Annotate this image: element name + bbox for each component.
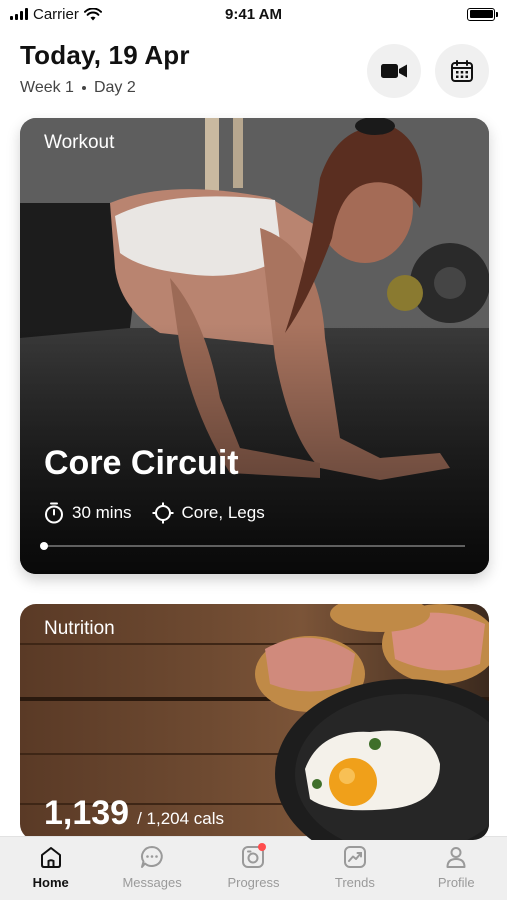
- messages-icon: [138, 843, 166, 871]
- header-actions: [367, 44, 489, 98]
- calendar-icon: [451, 60, 473, 82]
- video-button[interactable]: [367, 44, 421, 98]
- target-icon: [152, 502, 174, 524]
- tab-trends[interactable]: Trends: [310, 843, 400, 890]
- tab-profile[interactable]: Profile: [411, 843, 501, 890]
- calories-consumed: 1,139: [44, 794, 130, 832]
- nutrition-card[interactable]: Nutrition 1,139 / 1,204 cals: [20, 604, 489, 840]
- tab-label: Messages: [122, 875, 182, 890]
- duration-item: 30 mins: [44, 502, 132, 524]
- home-icon: [37, 843, 65, 871]
- trends-icon: [341, 843, 369, 871]
- tab-label: Profile: [437, 875, 475, 890]
- tab-label: Home: [32, 875, 69, 890]
- tab-progress[interactable]: Progress: [208, 843, 298, 890]
- carrier-label: Carrier: [33, 5, 79, 23]
- header: Today, 19 Apr Week 1 Day 2: [20, 40, 489, 104]
- video-icon: [381, 64, 407, 78]
- battery-icon: [467, 7, 498, 21]
- signal-icon: [10, 8, 28, 20]
- separator-dot: [81, 86, 86, 90]
- status-bar: Carrier 9:41 AM: [0, 0, 507, 28]
- tab-home[interactable]: Home: [6, 843, 96, 890]
- status-left: Carrier: [10, 6, 102, 23]
- calorie-summary: 1,139 / 1,204 cals: [44, 794, 224, 833]
- calendar-button[interactable]: [435, 44, 489, 98]
- wifi-icon: [83, 7, 102, 20]
- duration-label: 30 mins: [72, 503, 132, 522]
- nutrition-label: Nutrition: [44, 618, 115, 639]
- tab-label: Trends: [334, 875, 375, 890]
- tab-bar: Home Messages Progress Trends Profile: [0, 836, 507, 900]
- workout-progress-track: [40, 542, 465, 550]
- workout-title: Core Circuit: [44, 444, 239, 482]
- calories-target: / 1,204 cals: [137, 809, 225, 828]
- profile-icon: [442, 843, 470, 871]
- workout-card[interactable]: Workout Core Circuit 30 mins Core, Legs: [20, 118, 489, 574]
- day-label: Day 2: [93, 79, 136, 96]
- week-label: Week 1: [20, 79, 74, 96]
- focus-item: Core, Legs: [152, 502, 265, 524]
- stopwatch-icon: [45, 502, 63, 524]
- workout-meta: 30 mins Core, Legs: [44, 502, 265, 524]
- tab-label: Progress: [227, 875, 280, 890]
- tab-messages[interactable]: Messages: [107, 843, 197, 890]
- progress-camera-icon: [239, 843, 267, 871]
- focus-label: Core, Legs: [181, 503, 265, 522]
- workout-progress-knob[interactable]: [40, 542, 48, 550]
- workout-label: Workout: [44, 132, 115, 153]
